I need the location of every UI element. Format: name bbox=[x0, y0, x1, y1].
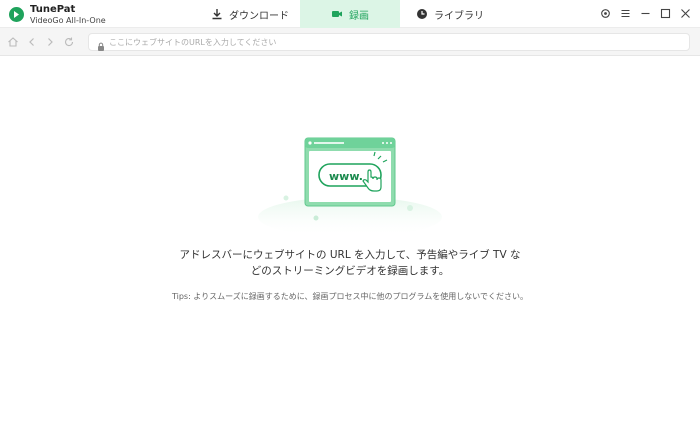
maximize-icon[interactable] bbox=[658, 6, 672, 20]
tab-library[interactable]: ライブラリ bbox=[400, 0, 500, 28]
back-icon[interactable] bbox=[25, 35, 39, 49]
lock-icon bbox=[97, 37, 105, 56]
browser-illustration: www. bbox=[250, 132, 450, 237]
tab-library-label: ライブラリ bbox=[434, 10, 484, 22]
window-controls bbox=[598, 6, 692, 20]
main-tabs: ダウンロード 録画 ライブラリ bbox=[200, 0, 500, 28]
title-bar: TunePat VideoGo All-In-One ダウンロード 録画 ライブ… bbox=[0, 0, 700, 28]
settings-icon[interactable] bbox=[598, 6, 612, 20]
app-logo-icon bbox=[9, 7, 24, 22]
url-input[interactable] bbox=[109, 34, 679, 50]
tab-download[interactable]: ダウンロード bbox=[200, 0, 300, 28]
instruction-text: アドレスバーにウェブサイトの URL を入力して、予告編やライブ TV な どの… bbox=[150, 247, 550, 279]
forward-icon[interactable] bbox=[43, 35, 57, 49]
tips-text: Tips: よりスムーズに録画するために、録画プロセス中に他のプログラムを使用し… bbox=[171, 292, 529, 301]
tab-record-label: 録画 bbox=[349, 10, 369, 22]
close-icon[interactable] bbox=[678, 6, 692, 20]
instruction-line-2: どのストリーミングビデオを録画します。 bbox=[250, 265, 450, 277]
download-icon bbox=[211, 8, 223, 20]
address-bar-row bbox=[0, 28, 700, 56]
instruction-line-1: アドレスバーにウェブサイトの URL を入力して、予告編やライブ TV な bbox=[179, 249, 521, 261]
tab-download-label: ダウンロード bbox=[229, 10, 289, 22]
app-subtitle: VideoGo All-In-One bbox=[30, 16, 106, 25]
home-icon[interactable] bbox=[6, 35, 20, 49]
www-label: www. bbox=[329, 170, 363, 183]
refresh-icon[interactable] bbox=[62, 35, 76, 49]
minimize-icon[interactable] bbox=[638, 6, 652, 20]
clock-icon bbox=[416, 8, 428, 20]
url-bar bbox=[88, 33, 690, 51]
tab-record[interactable]: 録画 bbox=[300, 0, 400, 28]
menu-icon[interactable] bbox=[618, 6, 632, 20]
video-camera-icon bbox=[331, 8, 343, 20]
app-name: TunePat bbox=[30, 4, 76, 15]
